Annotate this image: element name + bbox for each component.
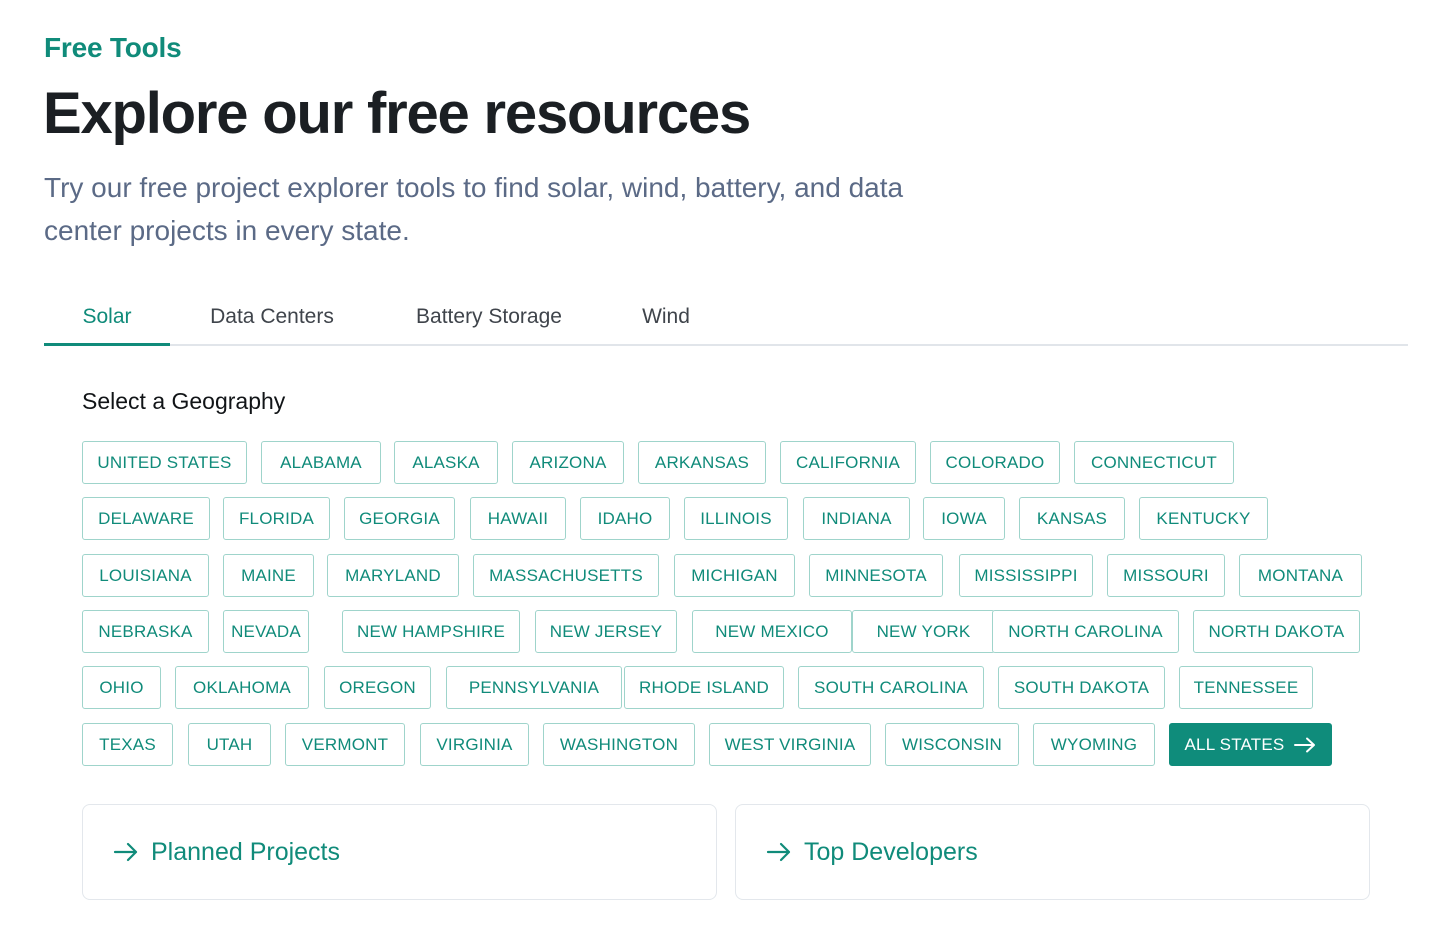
state-chip-pennsylvania[interactable]: PENNSYLVANIA [446,666,622,709]
state-chip-south-carolina[interactable]: SOUTH CAROLINA [798,666,984,709]
state-chip-west-virginia[interactable]: WEST VIRGINIA [709,723,871,766]
state-chip-idaho[interactable]: IDAHO [580,497,670,540]
state-chip-missouri[interactable]: MISSOURI [1107,554,1225,597]
top-developers-label: Top Developers [804,837,978,866]
state-chip-delaware[interactable]: DELAWARE [82,497,210,540]
state-chip-rhode-island[interactable]: RHODE ISLAND [624,666,784,709]
state-chip-louisiana[interactable]: LOUISIANA [82,554,209,597]
state-chip-colorado[interactable]: COLORADO [930,441,1060,484]
state-chip-georgia[interactable]: GEORGIA [344,497,455,540]
state-chip-vermont[interactable]: VERMONT [285,723,405,766]
tab-battery-storage[interactable]: Battery Storage [398,290,580,344]
state-chip-south-dakota[interactable]: SOUTH DAKOTA [998,666,1165,709]
state-chip-nebraska[interactable]: NEBRASKA [82,610,209,653]
resource-tabs: Solar Data Centers Battery Storage Wind [44,290,1408,346]
state-chip-united-states[interactable]: UNITED STATES [82,441,247,484]
tab-data-centers[interactable]: Data Centers [194,290,350,344]
arrow-right-icon [113,842,139,862]
planned-projects-card[interactable]: Planned Projects [82,804,717,900]
state-chip-north-dakota[interactable]: NORTH DAKOTA [1193,610,1360,653]
eyebrow-label: Free Tools [44,32,182,63]
tab-solar[interactable]: Solar [44,290,170,346]
page: Free Tools Explore our free resources Tr… [0,0,1456,926]
state-chip-arkansas[interactable]: ARKANSAS [638,441,766,484]
state-chip-michigan[interactable]: MICHIGAN [674,554,795,597]
state-chip-florida[interactable]: FLORIDA [223,497,330,540]
state-chip-new-hampshire[interactable]: NEW HAMPSHIRE [342,610,520,653]
state-chip-tennessee[interactable]: TENNESSEE [1179,666,1313,709]
state-chip-indiana[interactable]: INDIANA [803,497,910,540]
geography-heading: Select a Geography [82,388,286,414]
all-states-button[interactable]: ALL STATES [1169,723,1332,766]
state-chip-hawaii[interactable]: HAWAII [470,497,566,540]
state-chip-new-york[interactable]: NEW YORK [852,610,995,653]
state-chip-kansas[interactable]: KANSAS [1019,497,1125,540]
state-chip-washington[interactable]: WASHINGTON [543,723,695,766]
state-chip-new-mexico[interactable]: NEW MEXICO [692,610,852,653]
state-chip-massachusetts[interactable]: MASSACHUSETTS [473,554,659,597]
state-chip-alabama[interactable]: ALABAMA [261,441,381,484]
state-chip-maine[interactable]: MAINE [223,554,314,597]
state-chip-maryland[interactable]: MARYLAND [327,554,459,597]
planned-projects-label: Planned Projects [151,837,341,866]
state-chip-montana[interactable]: MONTANA [1239,554,1362,597]
state-chip-nevada[interactable]: NEVADA [223,610,309,653]
state-chip-oklahoma[interactable]: OKLAHOMA [175,666,309,709]
state-chip-utah[interactable]: UTAH [188,723,271,766]
arrow-right-icon [766,842,792,862]
state-chip-california[interactable]: CALIFORNIA [780,441,916,484]
state-chip-ohio[interactable]: OHIO [82,666,161,709]
state-chip-mississippi[interactable]: MISSISSIPPI [959,554,1093,597]
page-subtitle: Try our free project explorer tools to f… [44,172,904,246]
state-chip-illinois[interactable]: ILLINOIS [684,497,788,540]
state-chip-virginia[interactable]: VIRGINIA [420,723,529,766]
all-states-label: ALL STATES [1184,734,1285,754]
state-chip-wyoming[interactable]: WYOMING [1033,723,1155,766]
arrow-right-icon [1294,737,1316,753]
top-developers-card[interactable]: Top Developers [735,804,1370,900]
page-title: Explore our free resources [43,81,751,146]
tab-wind[interactable]: Wind [624,290,708,344]
state-chip-north-carolina[interactable]: NORTH CAROLINA [992,610,1179,653]
state-chip-texas[interactable]: TEXAS [82,723,173,766]
state-chip-minnesota[interactable]: MINNESOTA [809,554,943,597]
state-chip-oregon[interactable]: OREGON [324,666,431,709]
state-chip-connecticut[interactable]: CONNECTICUT [1074,441,1234,484]
state-chip-alaska[interactable]: ALASKA [394,441,498,484]
state-chip-kentucky[interactable]: KENTUCKY [1139,497,1268,540]
state-chip-iowa[interactable]: IOWA [923,497,1005,540]
state-chip-wisconsin[interactable]: WISCONSIN [885,723,1019,766]
state-chip-new-jersey[interactable]: NEW JERSEY [535,610,677,653]
state-chip-arizona[interactable]: ARIZONA [512,441,624,484]
